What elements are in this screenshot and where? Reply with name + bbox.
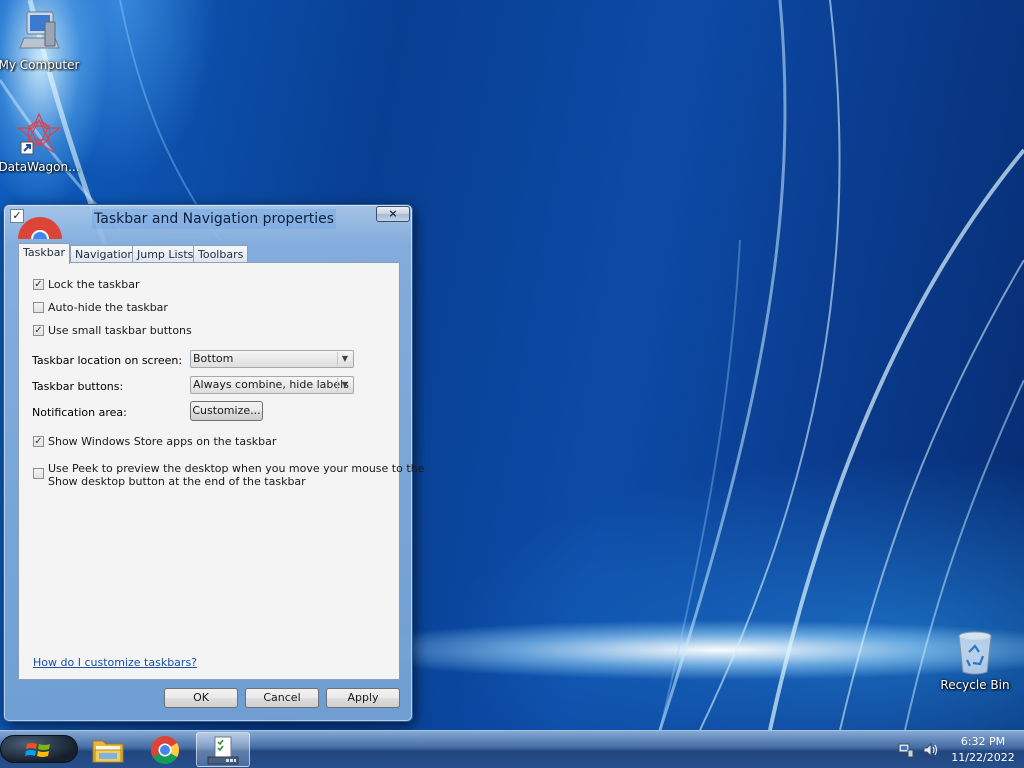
taskbar-tab-panel: ✓ Lock the taskbar Auto-hide the taskbar… xyxy=(18,262,424,680)
clock-time[interactable]: 6:32 PM xyxy=(952,735,1014,748)
chevron-down-icon: ▼ xyxy=(337,378,352,392)
network-icon[interactable] xyxy=(898,742,914,758)
desktop-icon-label: DataWagon... xyxy=(0,160,80,174)
tab-toolbars[interactable]: Toolbars xyxy=(193,245,249,263)
title-check-icon: ✓ xyxy=(10,209,24,223)
help-link[interactable]: How do I customize taskbars? xyxy=(33,656,197,669)
dialog-title: Taskbar and Navigation properties xyxy=(92,209,337,229)
auto-hide-label: Auto-hide the taskbar xyxy=(48,301,168,314)
lock-taskbar-checkbox[interactable]: ✓ xyxy=(33,279,44,290)
close-button[interactable]: × xyxy=(376,206,410,222)
desktop-icon-recycle-bin[interactable]: Recycle Bin xyxy=(932,630,1018,692)
ok-button[interactable]: OK xyxy=(164,688,238,708)
desktop-icon-my-computer[interactable]: My Computer xyxy=(0,8,82,72)
chevron-down-icon: ▼ xyxy=(337,352,352,366)
tab-taskbar[interactable]: Taskbar xyxy=(18,243,70,264)
lock-taskbar-label: Lock the taskbar xyxy=(48,278,140,291)
location-select[interactable]: Bottom ▼ xyxy=(190,350,354,368)
recycle-bin-icon xyxy=(958,631,992,675)
notification-area-label: Notification area: xyxy=(32,406,127,419)
clock-date[interactable]: 11/22/2022 xyxy=(948,751,1018,764)
taskbar-properties-dialog: ✓ Taskbar and Navigation properties × Ta… xyxy=(3,204,424,722)
taskbar-properties-icon xyxy=(207,736,239,765)
store-apps-checkbox[interactable]: ✓ xyxy=(33,436,44,447)
location-value: Bottom xyxy=(193,352,234,365)
small-buttons-label: Use small taskbar buttons xyxy=(48,324,192,337)
title-bar[interactable]: ✓ Taskbar and Navigation properties × xyxy=(4,205,412,239)
customize-button[interactable]: Customize... xyxy=(190,401,263,421)
taskbar-explorer-button[interactable] xyxy=(86,732,130,767)
tab-jump-lists[interactable]: Jump Lists xyxy=(132,245,199,263)
taskbar: 6:32 PM 11/22/2022 xyxy=(0,730,1024,768)
windows-logo-icon xyxy=(25,743,50,757)
datawagon-shortcut-icon xyxy=(16,112,62,155)
peek-checkbox[interactable] xyxy=(33,468,44,479)
peek-label-line2: Show desktop button at the end of the ta… xyxy=(48,475,306,488)
taskbar-properties-button[interactable] xyxy=(196,732,250,767)
cancel-button[interactable]: Cancel xyxy=(245,688,319,708)
auto-hide-checkbox[interactable] xyxy=(33,302,44,313)
small-buttons-checkbox[interactable]: ✓ xyxy=(33,325,44,336)
desktop-icon-label: My Computer xyxy=(0,58,80,72)
taskbar-buttons-select[interactable]: Always combine, hide labels ▼ xyxy=(190,376,354,394)
start-button[interactable] xyxy=(0,735,78,763)
taskbar-chrome-button[interactable] xyxy=(140,732,190,767)
tab-navigation[interactable]: Navigation xyxy=(70,245,140,263)
chrome-icon xyxy=(151,736,179,764)
taskbar-buttons-value: Always combine, hide labels xyxy=(193,378,349,391)
peek-label-line1: Use Peek to preview the desktop when you… xyxy=(48,462,425,475)
location-label: Taskbar location on screen: xyxy=(32,354,183,367)
taskbar-buttons-label: Taskbar buttons: xyxy=(32,380,124,393)
desktop-icon-datawagon[interactable]: DataWagon... xyxy=(0,112,82,174)
apply-button[interactable]: Apply xyxy=(326,688,400,708)
volume-icon[interactable] xyxy=(922,742,938,758)
computer-icon xyxy=(19,11,60,49)
store-apps-label: Show Windows Store apps on the taskbar xyxy=(48,435,277,448)
system-tray: 6:32 PM 11/22/2022 xyxy=(890,731,1024,768)
desktop-icon-label: Recycle Bin xyxy=(940,678,1010,692)
folder-icon xyxy=(92,740,124,763)
